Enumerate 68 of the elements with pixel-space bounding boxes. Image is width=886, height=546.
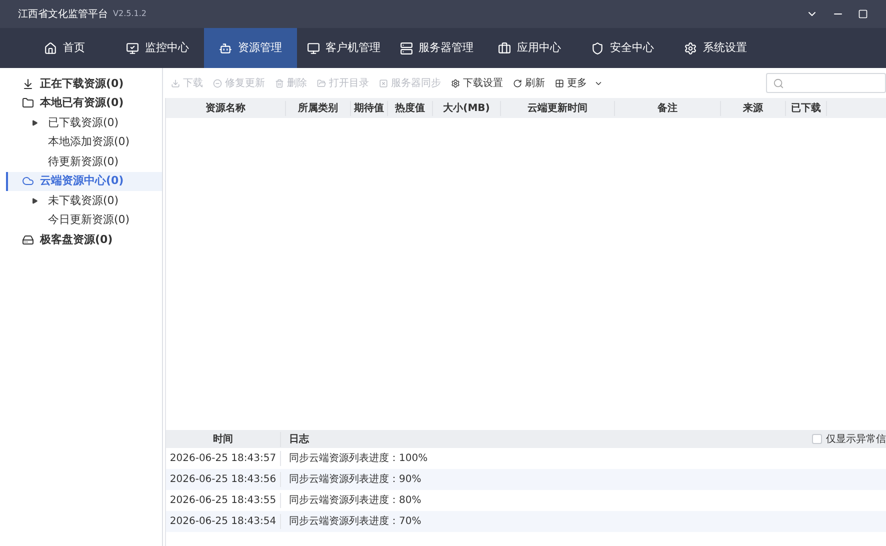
minus-circle-icon (213, 78, 222, 88)
gear-icon (451, 78, 460, 88)
sidebar-item[interactable]: 正在下载资源(0) (6, 74, 162, 94)
column-header: 日志 (288, 432, 309, 446)
folder-icon (317, 78, 326, 88)
shield-icon (591, 42, 604, 54)
column-header[interactable]: 期待值 (351, 100, 388, 116)
filter-checkbox[interactable]: 仅显示异常信 (812, 432, 886, 446)
download-icon (22, 78, 34, 90)
table-cell: 2026-06-25 18:43:55 (166, 493, 281, 508)
toolbar-button[interactable]: 刷新 (513, 76, 545, 90)
column-header[interactable]: 来源 (721, 100, 786, 116)
window-title: 江西省文化监管平台 (18, 8, 108, 22)
nav-tab[interactable]: 应用中心 (483, 28, 576, 68)
refresh-icon (513, 78, 522, 88)
server-icon (400, 42, 412, 54)
robot-icon (219, 42, 232, 54)
maximize-icon[interactable] (858, 9, 868, 19)
grid-icon (555, 78, 564, 88)
table-cell-text: 同步云端资源列表进度：80% (288, 494, 422, 508)
sidebar-item[interactable]: 待更新资源(0) (6, 152, 162, 172)
drive-icon (22, 234, 34, 246)
gear-icon (684, 42, 697, 54)
trash-icon (275, 78, 284, 88)
nav-tab[interactable]: 首页 (18, 28, 111, 68)
square-icon (379, 78, 388, 88)
column-header[interactable]: 热度值 (388, 100, 433, 116)
sidebar-item[interactable]: 未下载资源(0) (6, 191, 162, 210)
search-field[interactable] (766, 73, 886, 93)
sidebar-item[interactable]: 云端资源中心(0) (6, 172, 162, 191)
sidebar-item[interactable]: 本地添加资源(0) (6, 132, 162, 152)
version-label: V2.5.1.2 (113, 8, 146, 20)
briefcase-icon (498, 42, 511, 54)
toolbar-button[interactable]: 下载设置 (451, 76, 503, 90)
sidebar-item[interactable]: 极客盘资源(0) (6, 230, 162, 250)
column-header[interactable]: 备注 (615, 100, 721, 116)
nav-tab[interactable]: 资源管理 (204, 28, 297, 68)
sidebar-item[interactable]: 今日更新资源(0) (6, 210, 162, 230)
column-header: 时间 (166, 432, 281, 446)
cloud-icon (22, 175, 34, 188)
column-header[interactable]: 所属类别 (286, 100, 351, 116)
nav-tab[interactable]: 系统设置 (669, 28, 762, 68)
checkbox[interactable] (812, 434, 822, 444)
download-icon (171, 78, 180, 88)
column-header[interactable]: 云端更新时间 (501, 100, 615, 116)
nav-tab[interactable]: 安全中心 (576, 28, 669, 68)
toolbar-button[interactable]: 更多 (555, 76, 603, 90)
nav-tab[interactable]: 监控中心 (111, 28, 204, 68)
table-cell-text: 同步云端资源列表进度：70% (288, 514, 422, 529)
search-icon (773, 78, 784, 88)
nav-tab[interactable]: 客户机管理 (297, 28, 390, 68)
column-header[interactable]: 已下载 (786, 100, 827, 116)
sidebar-item[interactable]: 本地已有资源(0) (6, 94, 162, 113)
column-header[interactable]: 资源名称 (166, 100, 286, 116)
table-cell-text: 同步云端资源列表进度：100% (288, 452, 428, 466)
nav-tab[interactable]: 服务器管理 (390, 28, 483, 68)
monitor-icon (306, 42, 320, 54)
column-header[interactable]: 大小(MB) (433, 100, 501, 116)
monitor-icon (126, 42, 139, 54)
home-icon (44, 42, 57, 54)
table-cell-text: 同步云端资源列表进度：90% (288, 472, 422, 487)
table-cell: 2026-06-25 18:43:57 (166, 451, 281, 466)
sidebar-item[interactable]: 已下载资源(0) (6, 113, 162, 132)
table-cell: 2026-06-25 18:43:56 (166, 472, 281, 487)
expand-arrow-icon[interactable] (32, 198, 38, 204)
expand-arrow-icon[interactable] (32, 120, 38, 126)
table-cell: 2026-06-25 18:43:54 (166, 514, 281, 529)
folder-icon (22, 97, 34, 110)
